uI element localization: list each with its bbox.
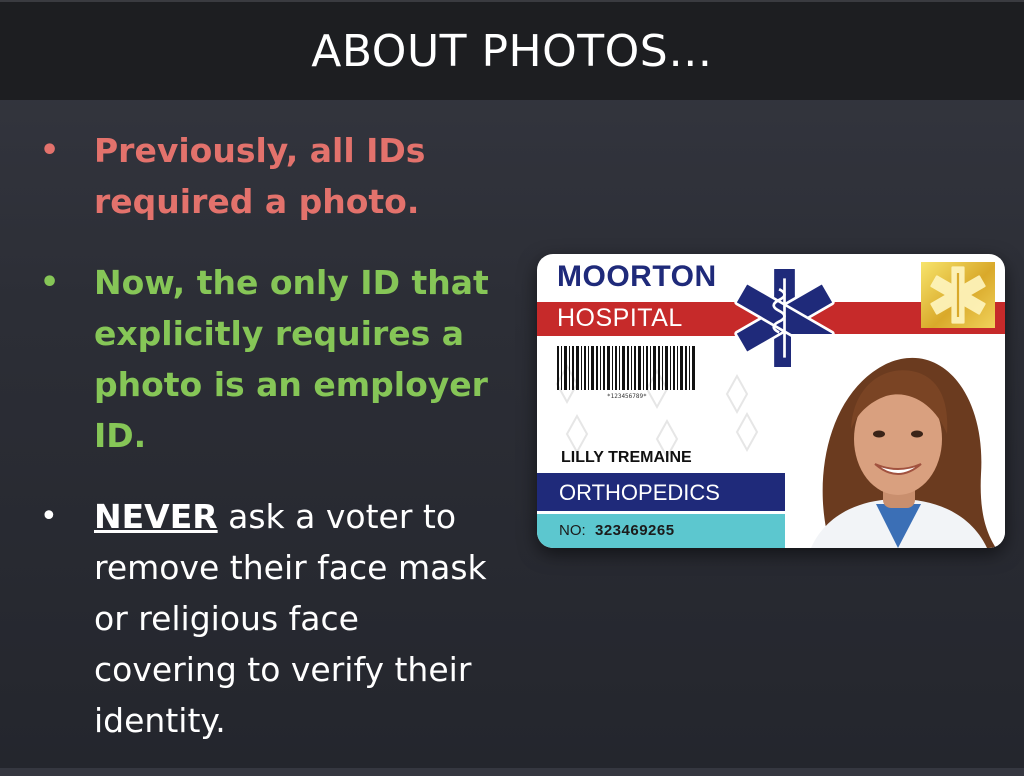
bullet-previous: • Previously, all IDs required a photo. [40, 125, 500, 227]
barcode [557, 346, 695, 390]
bullet-text-now: Now, the only ID that explicitly require… [94, 263, 489, 455]
org-name: MOORTON [557, 260, 717, 293]
bullet-marker: • [40, 499, 58, 534]
holder-name: LILLY TREMAINE [561, 449, 692, 466]
department: ORTHOPEDICS [559, 480, 720, 505]
slide-title: ABOUT PHOTOS… [311, 25, 713, 77]
bullet-list: • Previously, all IDs required a photo. … [40, 125, 500, 776]
id-card-image: MOORTON HOSPITAL *123456789* LILLY TREMA… [537, 254, 1005, 548]
barcode-number: *123456789* [607, 393, 647, 400]
bullet-never: • NEVER ask a voter to remove their face… [40, 491, 500, 746]
org-subtitle: HOSPITAL [557, 304, 683, 332]
id-number-value: 323469265 [595, 522, 675, 539]
bullet-text-previous: Previously, all IDs required a photo. [94, 131, 426, 221]
bullet-marker: • [40, 133, 60, 168]
title-bar: ABOUT PHOTOS… [0, 0, 1024, 100]
id-number-label: NO: [559, 522, 586, 539]
bullet-now: • Now, the only ID that explicitly requi… [40, 257, 500, 461]
bullet-marker: • [40, 265, 60, 300]
employee-photo [791, 334, 1005, 548]
bullet-emphasis-never: NEVER [94, 497, 218, 536]
gold-seal-icon [921, 262, 995, 328]
